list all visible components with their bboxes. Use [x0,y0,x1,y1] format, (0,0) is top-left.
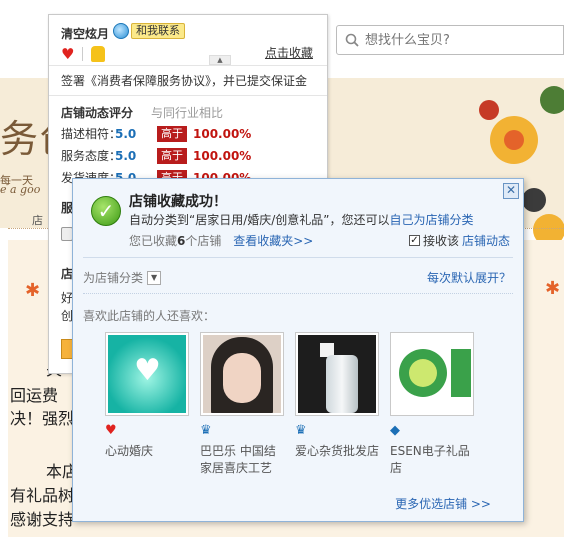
default-expand-link[interactable]: 每次默认展开？ [427,269,511,286]
rating-percent: 100.00% [193,148,252,163]
shop-name[interactable]: 爱心杂货批发店 [295,443,379,460]
collected-count: 您已收藏6个店铺 查看收藏夹>> [129,232,313,249]
divider [83,257,513,258]
recommended-shop[interactable]: ◆ ESEN电子礼品店 [390,332,474,477]
recommended-shop[interactable]: ♛ 巴巴乐 中国结家居喜庆工艺 [200,332,284,477]
description-text: 自动分类到“居家日用/婚庆/创意礼品”，您还可以 [129,213,390,227]
seller-name: 清空炫月 [61,27,110,41]
rating-percent: 100.00% [193,126,252,141]
flower-icon: ✱ [545,278,561,299]
count-suffix: 个店铺 [185,234,222,248]
chevron-down-icon[interactable]: ▼ [147,270,162,285]
shop-thumbnail[interactable] [200,332,284,416]
count-prefix: 您已收藏 [129,234,178,248]
contact-button[interactable]: 和我联系 [131,23,185,39]
rating-label: 描述相符： [61,127,122,141]
close-icon[interactable]: ✕ [503,183,519,199]
rating-value: 5.0 [115,148,137,163]
heart-badge-icon: ♥ [105,423,117,438]
rating-label: 服务态度： [61,149,122,163]
custom-category-link[interactable]: 自己为店铺分类 [390,213,474,227]
contact-seller[interactable]: 和我联系 [113,23,185,39]
rating-title: 店铺动态评分 [61,106,134,120]
dialog-description: 自动分类到“居家日用/婚庆/创意礼品”，您还可以自己为店铺分类 [129,211,474,228]
divider [49,95,327,96]
shop-thumbnail[interactable]: ♥ [105,332,189,416]
collapse-caret-icon[interactable]: ▲ [209,55,231,65]
checkbox-checked-icon[interactable]: ✓ [409,235,420,246]
description-text: 回运费 [10,386,59,405]
rating-badge: 高于 [157,147,187,164]
shop-label: 店 [32,214,43,227]
divider [49,65,327,66]
success-check-icon: ✓ [91,196,121,226]
wangwang-icon [113,23,129,39]
category-select[interactable]: 为店铺分类 ▼ [83,269,162,286]
also-like-heading: 喜欢此店铺的人还喜欢： [83,309,216,323]
divider [82,47,84,61]
shop-thumbnail[interactable] [295,332,379,416]
receive-updates-checkbox[interactable]: ✓ 接收该 店铺动态 [409,232,510,249]
divider [83,293,513,294]
thumbs-up-icon [91,46,106,62]
checkbox-label: 接收该 [423,234,460,248]
collect-success-dialog: ✕ ✓ 店铺收藏成功！ 自动分类到“居家日用/婚庆/创意礼品”，您还可以自己为店… [72,178,524,522]
shop-name[interactable]: ESEN电子礼品店 [390,443,474,477]
recommended-shop[interactable]: ♥ ♥ 心动婚庆 [105,332,189,460]
diamond-badge-icon: ◆ [390,423,400,438]
more-shops-link[interactable]: 更多优选店铺 >> [395,495,491,512]
crown-badge-icon: ♛ [295,423,307,438]
shop-banner-slogan: e a goo [0,183,41,196]
shop-name[interactable]: 心动婚庆 [105,443,189,460]
collect-shop-link[interactable]: 点击收藏 [265,44,313,61]
category-select-label: 为店铺分类 [83,271,144,285]
flower-icon: ✱ [25,280,41,301]
rating-row: 服务态度： 5.0 高于 100.00% [61,147,251,164]
crown-badge-icon: ♛ [200,423,212,438]
search-box[interactable] [336,25,564,55]
rating-compare-label: 与同行业相比 [151,106,224,120]
shop-updates-link[interactable]: 店铺动态 [462,232,510,249]
dialog-title: 店铺收藏成功！ [129,194,227,210]
shop-name[interactable]: 巴巴乐 中国结家居喜庆工艺 [200,443,284,477]
heart-icon: ♥ [61,45,75,63]
rating-row: 描述相符： 5.0 高于 100.00% [61,125,251,142]
description-text: 决！强烈 [10,409,75,428]
shop-thumbnail[interactable] [390,332,474,416]
consumer-protection-text: 签署《消费者保障服务协议》，并已提交保证金 [61,74,308,88]
rating-badge: 高于 [157,125,187,142]
seller-badges: ♥ [61,45,106,63]
search-icon [345,33,359,47]
description-text: 有礼品树 [10,486,75,505]
view-favorites-link[interactable]: 查看收藏夹>> [233,234,313,248]
rating-value: 5.0 [115,126,137,141]
description-text: 感谢支持 [10,510,75,529]
search-input[interactable] [365,32,545,48]
recommended-shop[interactable]: ♛ 爱心杂货批发店 [295,332,379,460]
